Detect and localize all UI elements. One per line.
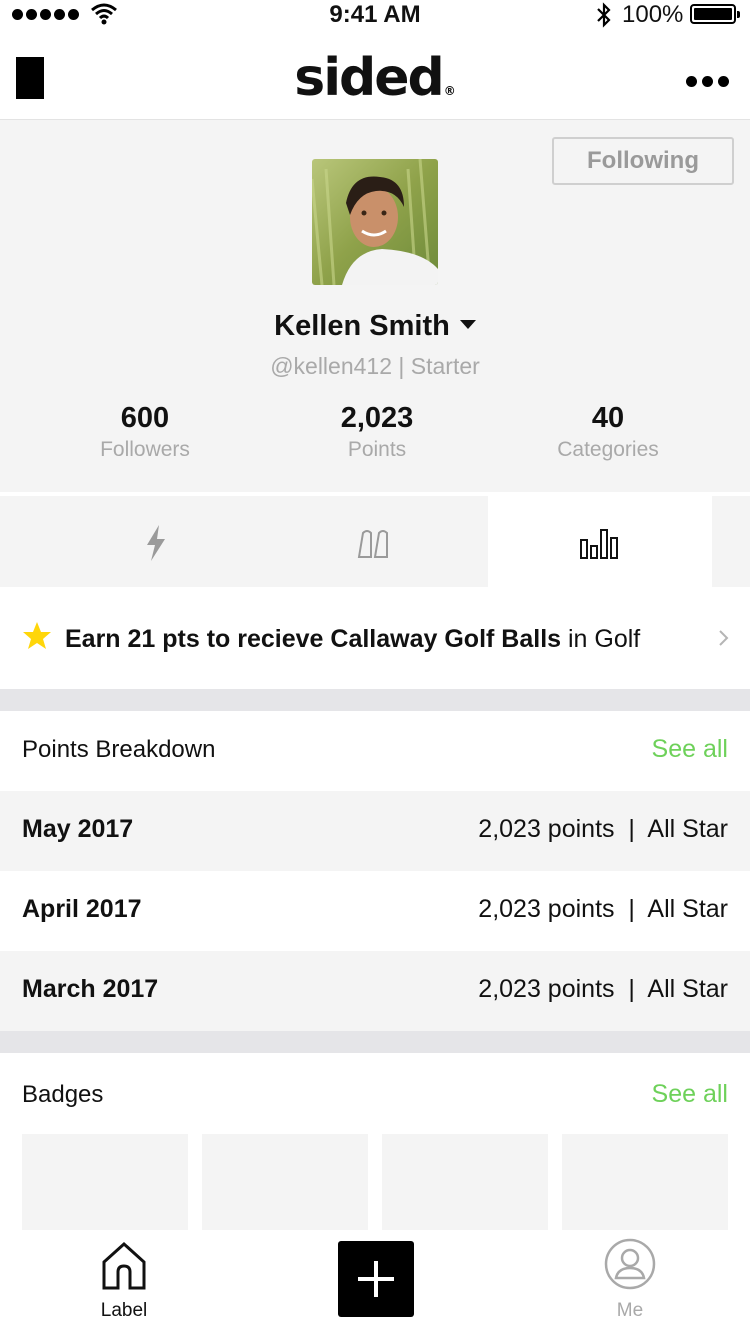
quotes-icon (357, 529, 388, 558)
following-button[interactable]: Following (552, 137, 734, 185)
list-item[interactable]: March 2017 2,023 points | All Star (0, 951, 750, 1031)
tab-stats[interactable] (488, 496, 712, 589)
badge-tile[interactable] (202, 1134, 368, 1230)
add-post-button[interactable] (338, 1241, 414, 1317)
reward-text: Earn 21 pts to recieve Callaway Golf Bal… (65, 625, 641, 653)
list-item[interactable]: April 2017 2,023 points | All Star (0, 871, 750, 951)
stat-categories[interactable]: 40 Categories (508, 402, 708, 462)
stat-points[interactable]: 2,023 Points (277, 402, 477, 462)
battery-icon (690, 4, 740, 24)
profile-handle: @kellen412 | Starter (270, 353, 480, 379)
home-icon (102, 1241, 146, 1290)
more-options-icon[interactable] (686, 76, 729, 87)
see-all-link[interactable]: See all (652, 1080, 728, 1109)
section-divider (0, 689, 750, 711)
tab-bar-item-me[interactable]: Me (570, 1230, 690, 1320)
badge-tile[interactable] (22, 1134, 188, 1230)
badge-tile[interactable] (562, 1134, 728, 1230)
sided-logo: sided® (294, 48, 456, 108)
tab-bar-label: Label (100, 1300, 148, 1320)
list-item[interactable]: May 2017 2,023 points | All Star (0, 791, 750, 871)
star-icon (23, 622, 51, 649)
bluetooth-icon (597, 2, 611, 28)
section-divider (0, 1031, 750, 1053)
battery-percentage: 100% (622, 1, 684, 28)
points-breakdown-header: Points Breakdown See all (0, 711, 750, 791)
tab-bar-item-home[interactable]: Label (64, 1230, 184, 1320)
reward-banner[interactable]: Earn 21 pts to recieve Callaway Golf Bal… (0, 587, 750, 689)
nav-bar: sided® (0, 40, 750, 120)
chevron-right-icon (719, 630, 729, 646)
avatar[interactable] (312, 159, 438, 285)
badge-tile[interactable] (382, 1134, 548, 1230)
profile-header: Following Kellen Smith @kellen412 | Star… (0, 120, 750, 492)
status-bar: 9:41 AM 100% (0, 0, 750, 40)
bar-chart-icon (580, 528, 618, 559)
bottom-tab-bar: Label Me (0, 1230, 750, 1320)
profile-tabs (0, 494, 750, 589)
section-title: Badges (22, 1081, 104, 1108)
see-all-link[interactable]: See all (652, 735, 728, 764)
caret-down-icon (459, 319, 476, 329)
badges-header: Badges See all (0, 1053, 750, 1134)
profile-name[interactable]: Kellen Smith (0, 310, 750, 343)
lightning-icon (147, 524, 165, 561)
tab-posts[interactable] (262, 496, 488, 589)
stat-followers[interactable]: 600 Followers (45, 402, 245, 462)
profile-icon (604, 1238, 656, 1290)
tab-bar-label: Me (616, 1300, 644, 1320)
section-title: Points Breakdown (22, 736, 216, 763)
plus-icon (358, 1261, 394, 1297)
